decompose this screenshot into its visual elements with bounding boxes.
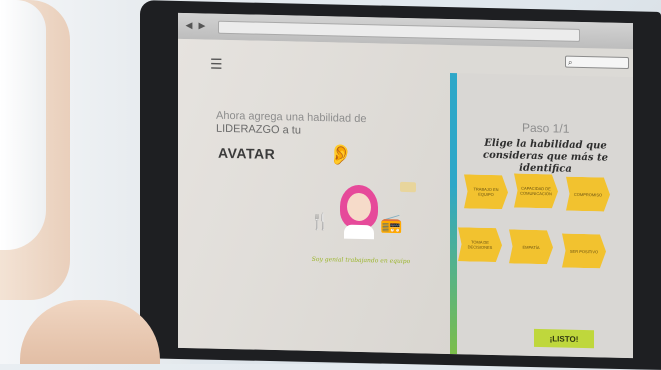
avatar-builder-panel (178, 38, 450, 355)
forward-button[interactable]: ▶ (197, 20, 207, 30)
panel-divider (450, 73, 457, 355)
intro-text: Ahora agrega una habilidad de LIDERAZGO … (216, 110, 396, 140)
step-label: Paso 1/1 (522, 120, 570, 136)
address-bar[interactable] (218, 20, 580, 42)
hamburger-menu-icon[interactable]: ☰ (210, 56, 223, 73)
laptop-screen: ◀ ▶ ☰ Ahora agrega una habilidad de LIDE… (178, 12, 633, 359)
skill-option-3[interactable]: COMPROMISO (566, 177, 610, 212)
back-button[interactable]: ◀ (184, 20, 194, 30)
intro-line-2: LIDERAZGO a tu (216, 122, 301, 137)
search-input[interactable]: ⌕ (565, 55, 629, 70)
confirm-button[interactable]: ¡LISTO! (534, 328, 594, 349)
ear-icon: 👂 (328, 144, 353, 167)
instruction-text: Elige la habilidad que consideras que má… (483, 137, 608, 175)
skill-option-5[interactable]: EMPATÍA (509, 229, 553, 264)
note-icon (400, 181, 416, 193)
skill-option-6[interactable]: SER POSITIVO (562, 234, 606, 269)
skill-option-4[interactable]: TOMA DE DECISIONES (458, 227, 502, 262)
person-sleeve (0, 0, 46, 250)
skill-selection-panel (457, 73, 633, 359)
avatar-heading: AVATAR (218, 144, 276, 163)
search-icon: ⌕ (568, 57, 573, 67)
skill-option-1[interactable]: TRABAJO EN EQUIPO (464, 174, 508, 209)
skill-option-2[interactable]: CAPACIDAD DE COMUNICACIÓN (514, 173, 558, 208)
radio-icon: 📻 (380, 213, 403, 234)
girl-avatar-icon (338, 184, 380, 241)
chef-hat-icon: 🍴 (310, 213, 330, 232)
